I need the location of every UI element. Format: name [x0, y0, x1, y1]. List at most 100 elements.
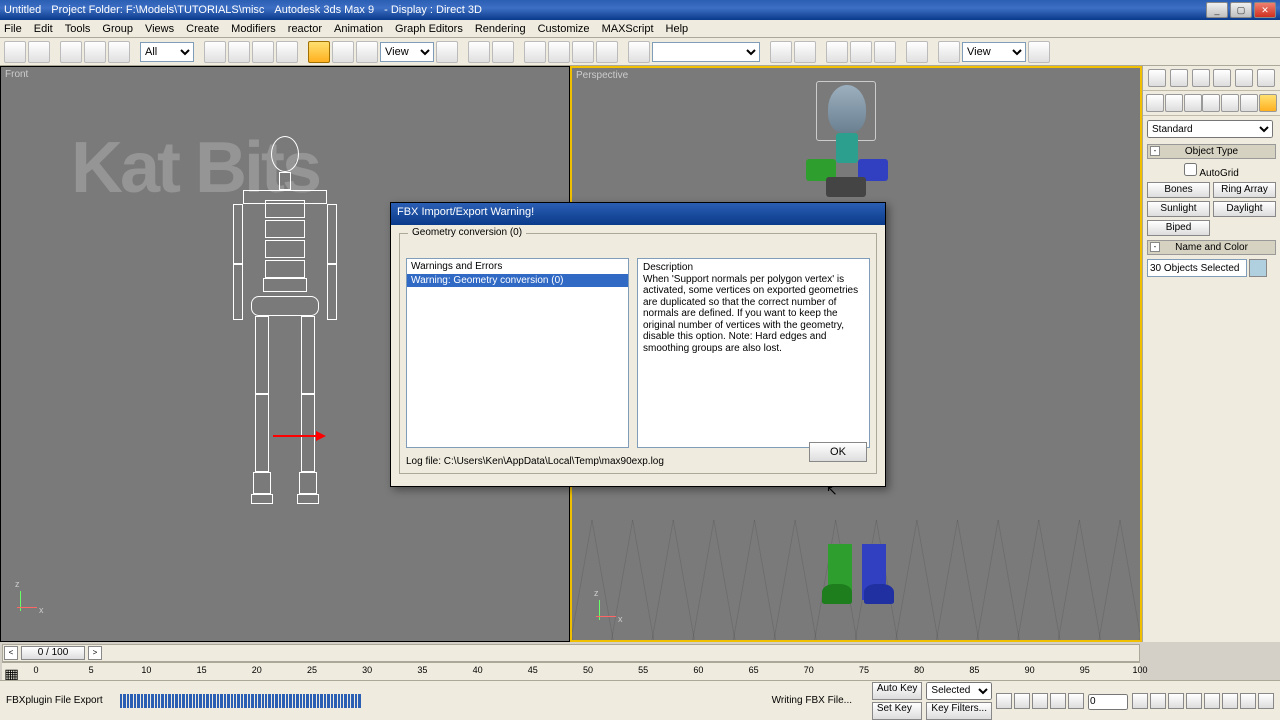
- menu-animation[interactable]: Animation: [334, 23, 383, 35]
- warnings-list[interactable]: Warnings and Errors Warning: Geometry co…: [406, 258, 629, 448]
- name-color-header[interactable]: - Name and Color: [1147, 240, 1276, 255]
- quick-render-button[interactable]: [1028, 41, 1050, 63]
- pan-button[interactable]: [1132, 693, 1148, 709]
- next-frame-button[interactable]: [1050, 693, 1066, 709]
- menu-file[interactable]: File: [4, 23, 22, 35]
- select-region-button[interactable]: [252, 41, 274, 63]
- min-max-toggle-button[interactable]: [1258, 693, 1274, 709]
- autokey-button[interactable]: Auto Key: [872, 682, 923, 700]
- ref-coord-system[interactable]: View: [380, 42, 434, 62]
- ok-button[interactable]: OK: [809, 442, 867, 462]
- render-scene-button[interactable]: [938, 41, 960, 63]
- menu-tools[interactable]: Tools: [65, 23, 91, 35]
- maximize-button[interactable]: ▢: [1230, 2, 1252, 18]
- geometry-icon[interactable]: [1146, 94, 1164, 112]
- mirror-button[interactable]: [770, 41, 792, 63]
- time-handle[interactable]: 0 / 100: [21, 646, 85, 660]
- systems-icon[interactable]: [1259, 94, 1277, 112]
- spinner-snap-button[interactable]: [596, 41, 618, 63]
- schematic-button[interactable]: [874, 41, 896, 63]
- select-name-button[interactable]: [228, 41, 250, 63]
- close-button[interactable]: ✕: [1254, 2, 1276, 18]
- menu-help[interactable]: Help: [666, 23, 689, 35]
- percent-snap-button[interactable]: [572, 41, 594, 63]
- fov-button[interactable]: [1240, 693, 1256, 709]
- next-key-button[interactable]: >: [88, 646, 102, 660]
- biped-button[interactable]: Biped: [1147, 220, 1210, 236]
- zoom-extents-all-button[interactable]: [1222, 693, 1238, 709]
- angle-snap-button[interactable]: [548, 41, 570, 63]
- helpers-icon[interactable]: [1221, 94, 1239, 112]
- display-tab[interactable]: [1235, 69, 1253, 87]
- keyboard-button[interactable]: [492, 41, 514, 63]
- menu-rendering[interactable]: Rendering: [475, 23, 526, 35]
- undo-button[interactable]: [4, 41, 26, 63]
- hierarchy-tab[interactable]: [1192, 69, 1210, 87]
- bind-button[interactable]: [108, 41, 130, 63]
- curve-editor-button[interactable]: [850, 41, 872, 63]
- setkey-button[interactable]: Set Key: [872, 702, 923, 720]
- key-filters-button[interactable]: Key Filters...: [926, 702, 992, 720]
- menu-customize[interactable]: Customize: [538, 23, 590, 35]
- unlink-button[interactable]: [84, 41, 106, 63]
- play-button[interactable]: [1032, 693, 1048, 709]
- menu-reactor[interactable]: reactor: [288, 23, 322, 35]
- manipulate-button[interactable]: [468, 41, 490, 63]
- menu-group[interactable]: Group: [102, 23, 133, 35]
- object-name-input[interactable]: [1147, 259, 1247, 277]
- cameras-icon[interactable]: [1202, 94, 1220, 112]
- sunlight-button[interactable]: Sunlight: [1147, 201, 1210, 217]
- zoom-button[interactable]: [1168, 693, 1184, 709]
- window-crossing-button[interactable]: [276, 41, 298, 63]
- selection-filter[interactable]: All: [140, 42, 194, 62]
- rotate-button[interactable]: [332, 41, 354, 63]
- zoom-all-button[interactable]: [1186, 693, 1202, 709]
- align-button[interactable]: [794, 41, 816, 63]
- menu-edit[interactable]: Edit: [34, 23, 53, 35]
- scale-button[interactable]: [356, 41, 378, 63]
- rollup-toggle-icon[interactable]: -: [1150, 146, 1160, 156]
- zoom-extents-button[interactable]: [1204, 693, 1220, 709]
- object-type-header[interactable]: - Object Type: [1147, 144, 1276, 159]
- current-frame-input[interactable]: [1088, 694, 1128, 710]
- snap-button[interactable]: [524, 41, 546, 63]
- bones-button[interactable]: Bones: [1147, 182, 1210, 198]
- select-button[interactable]: [204, 41, 226, 63]
- spacewarps-icon[interactable]: [1240, 94, 1258, 112]
- redo-button[interactable]: [28, 41, 50, 63]
- named-selection-set[interactable]: [652, 42, 760, 62]
- move-button[interactable]: [308, 41, 330, 63]
- utilities-tab[interactable]: [1257, 69, 1275, 87]
- ring-array-button[interactable]: Ring Array: [1213, 182, 1276, 198]
- motion-tab[interactable]: [1213, 69, 1231, 87]
- lights-icon[interactable]: [1184, 94, 1202, 112]
- time-slider[interactable]: < 0 / 100 >: [2, 644, 1140, 662]
- prev-frame-button[interactable]: [1014, 693, 1030, 709]
- material-editor-button[interactable]: [906, 41, 928, 63]
- goto-end-button[interactable]: [1068, 693, 1084, 709]
- menu-grapheditors[interactable]: Graph Editors: [395, 23, 463, 35]
- link-button[interactable]: [60, 41, 82, 63]
- modify-tab[interactable]: [1170, 69, 1188, 87]
- daylight-button[interactable]: Daylight: [1213, 201, 1276, 217]
- warning-row[interactable]: Warning: Geometry conversion (0): [407, 274, 628, 287]
- key-mode-select[interactable]: Selected: [926, 682, 992, 700]
- create-category[interactable]: Standard: [1147, 120, 1273, 138]
- menu-modifiers[interactable]: Modifiers: [231, 23, 276, 35]
- goto-start-button[interactable]: [996, 693, 1012, 709]
- named-selection-button[interactable]: [628, 41, 650, 63]
- create-tab[interactable]: [1148, 69, 1166, 87]
- render-type[interactable]: View: [962, 42, 1026, 62]
- menu-create[interactable]: Create: [186, 23, 219, 35]
- menu-views[interactable]: Views: [145, 23, 174, 35]
- object-color-swatch[interactable]: [1249, 259, 1267, 277]
- menu-maxscript[interactable]: MAXScript: [602, 23, 654, 35]
- layers-button[interactable]: [826, 41, 848, 63]
- prev-key-button[interactable]: <: [4, 646, 18, 660]
- autogrid-checkbox[interactable]: [1184, 163, 1197, 176]
- track-config-button[interactable]: ▦: [4, 665, 19, 678]
- minimize-button[interactable]: _: [1206, 2, 1228, 18]
- arc-rotate-button[interactable]: [1150, 693, 1166, 709]
- shapes-icon[interactable]: [1165, 94, 1183, 112]
- track-bar[interactable]: ▦ 05101520253035404550556065707580859095…: [2, 662, 1140, 680]
